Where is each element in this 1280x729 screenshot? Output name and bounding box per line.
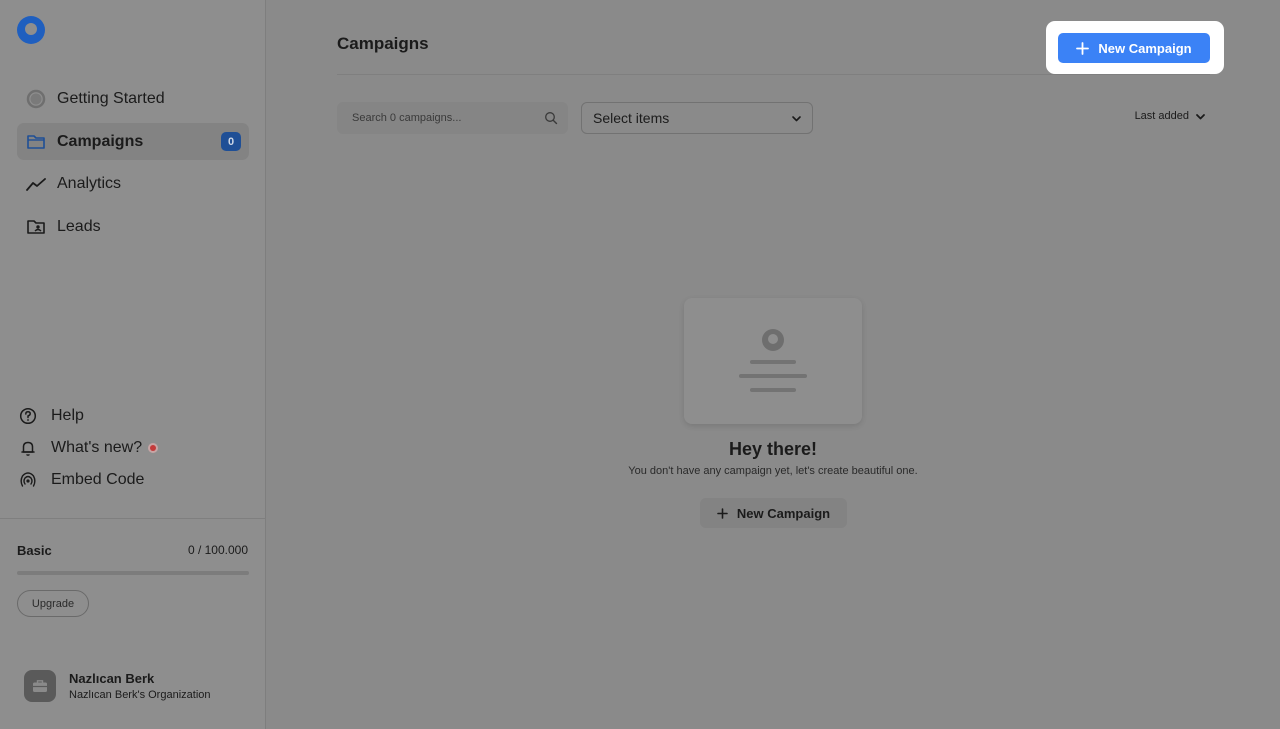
- user-name: Nazlıcan Berk: [69, 671, 155, 686]
- sidebar-item-leads[interactable]: Leads: [17, 208, 249, 245]
- plan-usage: 0 / 100.000: [187, 543, 248, 557]
- sidebar: Getting Started Campaigns 0 Analytics Le…: [0, 0, 266, 729]
- campaign-search: [337, 102, 568, 134]
- sidebar-item-label: Analytics: [57, 174, 122, 192]
- plan-usage-progress: [17, 571, 249, 575]
- sort-dropdown[interactable]: Last added: [1135, 110, 1206, 122]
- header-divider: [337, 74, 1210, 75]
- user-organization: Nazlıcan Berk's Organization: [69, 689, 211, 701]
- plus-icon: [717, 507, 728, 519]
- sidebar-item-campaigns[interactable]: Campaigns 0: [17, 123, 249, 160]
- search-icon: [544, 111, 558, 125]
- empty-state-subtitle: You don't have any campaign yet, let's c…: [628, 465, 918, 477]
- empty-state-illustration: [684, 298, 862, 424]
- help-link[interactable]: Help: [18, 404, 84, 428]
- placeholder-line: [739, 374, 807, 378]
- trend-line-icon: [25, 173, 47, 195]
- avatar[interactable]: [24, 670, 56, 702]
- briefcase-icon: [32, 679, 48, 693]
- new-campaign-label: New Campaign: [1098, 40, 1192, 56]
- search-input[interactable]: [337, 102, 537, 134]
- sidebar-item-label: Leads: [57, 217, 101, 235]
- placeholder-line: [750, 360, 796, 364]
- sidebar-item-analytics[interactable]: Analytics: [17, 165, 249, 202]
- sidebar-divider: [0, 518, 266, 519]
- empty-state-button-label: New Campaign: [736, 505, 831, 521]
- filter-select[interactable]: Select items: [581, 102, 813, 134]
- help-label: Help: [51, 407, 84, 424]
- campaign-count-badge: 0: [221, 132, 241, 151]
- sidebar-item-label: Campaigns: [57, 132, 144, 150]
- folder-icon: [25, 131, 47, 153]
- sidebar-item-label: Getting Started: [57, 89, 165, 107]
- chevron-down-icon: [791, 113, 802, 124]
- placeholder-line: [750, 388, 796, 392]
- app-logo[interactable]: [17, 16, 45, 44]
- contact-folder-icon: [25, 216, 47, 238]
- sort-label: Last added: [1134, 110, 1189, 122]
- empty-state-title: Hey there!: [728, 439, 818, 459]
- plus-icon: [1076, 41, 1090, 55]
- progress-circle-icon: [25, 88, 47, 110]
- logo-placeholder-icon: [762, 329, 784, 351]
- plan-name: Basic: [17, 543, 52, 558]
- chevron-down-icon: [1195, 111, 1206, 122]
- page-title: Campaigns: [337, 34, 429, 53]
- empty-state-new-campaign-button[interactable]: New Campaign: [700, 498, 847, 528]
- upgrade-button[interactable]: Upgrade: [17, 590, 89, 617]
- new-campaign-button[interactable]: New Campaign: [1058, 33, 1210, 63]
- sidebar-item-getting-started[interactable]: Getting Started: [17, 80, 249, 117]
- filter-select-label: Select items: [593, 110, 670, 126]
- help-icon: [18, 406, 38, 426]
